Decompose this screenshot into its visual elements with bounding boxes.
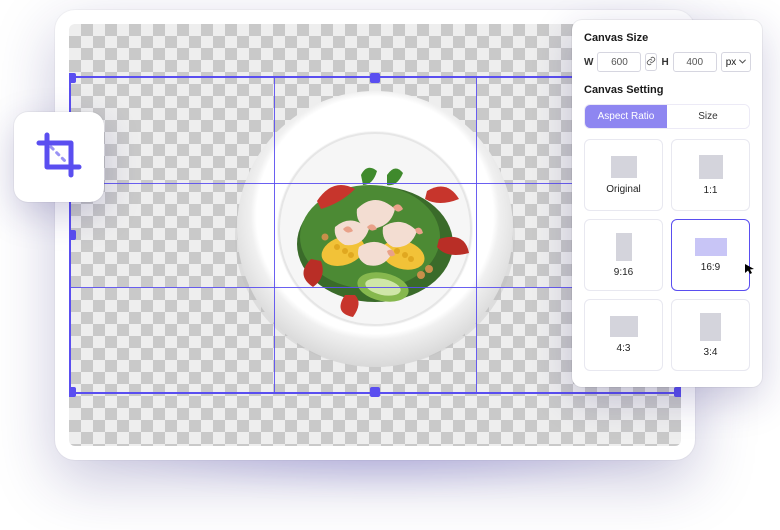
width-label: W bbox=[584, 57, 593, 68]
ratio-9-16[interactable]: 9:16 bbox=[584, 219, 663, 291]
crop-handle-bottom-left[interactable] bbox=[69, 387, 76, 397]
ratio-16-9[interactable]: 16:9 bbox=[671, 219, 750, 291]
crop-handle-mid-left[interactable] bbox=[69, 230, 76, 240]
ratio-1-1[interactable]: 1:1 bbox=[671, 139, 750, 211]
crop-handle-top-left[interactable] bbox=[69, 73, 76, 83]
size-row: W H px bbox=[584, 52, 750, 72]
unit-label: px bbox=[726, 57, 737, 68]
crop-icon bbox=[35, 131, 83, 184]
ratio-original[interactable]: Original bbox=[584, 139, 663, 211]
crop-handle-top-mid[interactable] bbox=[370, 73, 380, 83]
ratio-4-3[interactable]: 4:3 bbox=[584, 299, 663, 371]
crop-tool-badge bbox=[14, 112, 104, 202]
width-input[interactable] bbox=[597, 52, 641, 72]
chevron-down-icon bbox=[739, 57, 746, 68]
height-input[interactable] bbox=[673, 52, 717, 72]
canvas-setting-title: Canvas Setting bbox=[584, 84, 750, 96]
ratio-label: 3:4 bbox=[704, 347, 718, 358]
ratio-shape bbox=[700, 313, 721, 341]
grid-line bbox=[274, 78, 275, 392]
link-icon bbox=[646, 56, 656, 69]
ratio-label: 9:16 bbox=[614, 267, 633, 278]
ratio-grid: Original 1:1 9:16 16:9 4:3 3:4 bbox=[584, 139, 750, 371]
tab-size[interactable]: Size bbox=[667, 105, 749, 128]
unit-select[interactable]: px bbox=[721, 52, 752, 72]
ratio-3-4[interactable]: 3:4 bbox=[671, 299, 750, 371]
ratio-label: Original bbox=[606, 184, 640, 195]
ratio-label: 4:3 bbox=[617, 343, 631, 354]
ratio-shape bbox=[616, 233, 632, 261]
crop-handle-bottom-right[interactable] bbox=[674, 387, 681, 397]
canvas-size-title: Canvas Size bbox=[584, 32, 750, 44]
ratio-label: 1:1 bbox=[704, 185, 718, 196]
canvas-panel: Canvas Size W H px Canvas Setting Aspect… bbox=[572, 20, 762, 387]
height-label: H bbox=[661, 57, 668, 68]
ratio-shape bbox=[611, 156, 637, 178]
crop-handle-bottom-mid[interactable] bbox=[370, 387, 380, 397]
setting-tabs: Aspect Ratio Size bbox=[584, 104, 750, 129]
link-dimensions-button[interactable] bbox=[645, 53, 657, 71]
ratio-shape bbox=[695, 238, 727, 256]
tab-aspect-ratio[interactable]: Aspect Ratio bbox=[585, 105, 667, 128]
grid-line bbox=[476, 78, 477, 392]
ratio-shape bbox=[699, 155, 723, 179]
ratio-shape bbox=[610, 316, 638, 337]
ratio-label: 16:9 bbox=[701, 262, 720, 273]
